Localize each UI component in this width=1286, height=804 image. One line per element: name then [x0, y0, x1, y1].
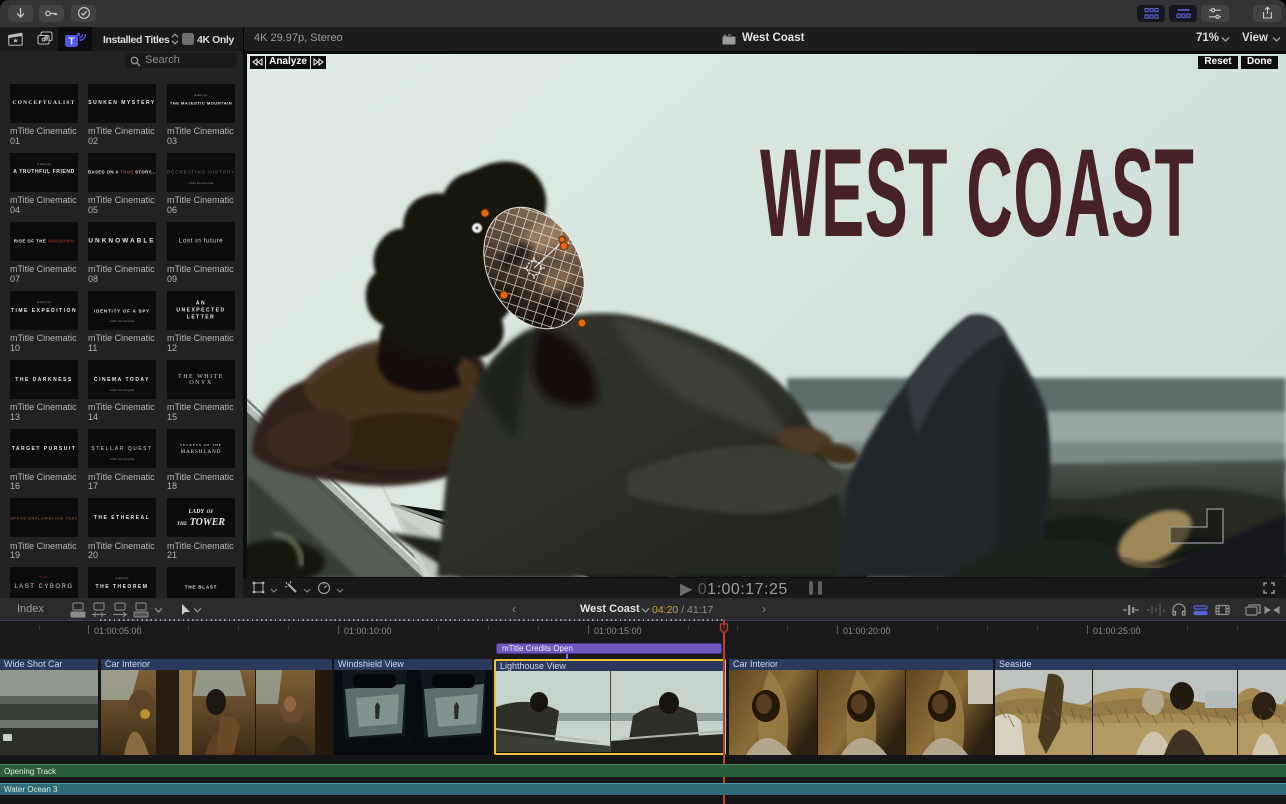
- svg-text:T: T: [68, 37, 74, 48]
